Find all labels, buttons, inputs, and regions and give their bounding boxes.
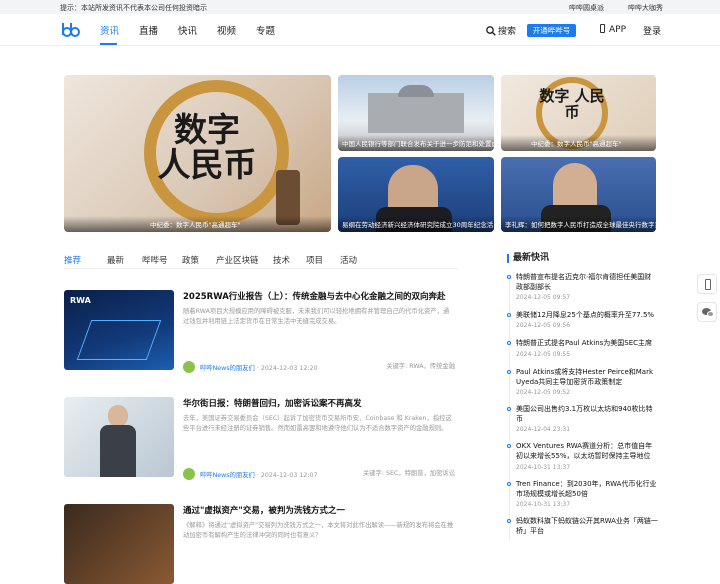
open-account-button[interactable]: 开通哔哔号 bbox=[527, 24, 576, 37]
flash-date: 2024-12-05 09:57 bbox=[516, 294, 571, 301]
tab-projects[interactable]: 项目 bbox=[306, 254, 323, 266]
banner-small-art-text: 数字 人民币 bbox=[539, 87, 605, 121]
article-meta: 哔哔News的朋友们 · 2024-12-03 12:07 关键字: SEC，特朗… bbox=[183, 468, 455, 480]
top-notice-bar: 提示：本站所发资讯不代表本公司任何投资暗示 哔哔圆桌派 哔哔大咖秀 bbox=[0, 0, 720, 14]
login-link[interactable]: 登录 bbox=[643, 24, 661, 37]
person-suit-graphic bbox=[100, 425, 136, 477]
flash-date: 2024-12-05 09:56 bbox=[516, 322, 571, 329]
flash-date: 2024-10-31 13:37 bbox=[516, 501, 571, 508]
building-graphic bbox=[368, 93, 464, 133]
article-item[interactable]: RWA 2025RWA行业报告（上）：传统金融与去中心化金融之间的双向奔赴 随着… bbox=[64, 290, 459, 373]
article-title[interactable]: 华尔街日报：特朗普回归，加密诉讼案不再高发 bbox=[183, 397, 362, 409]
article-keywords: 关键字: SEC，特朗普，加密诉讼 bbox=[362, 470, 455, 477]
banner-pboc-caption: 中国人民银行等部门联合发布关于进一步防范和处置虚... bbox=[338, 135, 494, 151]
banner-art-text: 数字 人民币 bbox=[157, 110, 257, 184]
roundtable-link[interactable]: 哔哔圆桌派 bbox=[569, 3, 604, 13]
article-summary: 去年，美国证券交易委员会（SEC）起诉了加密货币交易所币安、Coinbase 和… bbox=[183, 415, 452, 432]
flash-title[interactable]: OKX Ventures RWA赛道分析：总市值自年初以来增长55%，以太坊暂时… bbox=[516, 441, 658, 461]
search-label: 搜索 bbox=[498, 27, 517, 37]
banner-li-lihui[interactable]: 李礼辉：如何把数字人民币打造成全球最佳央行数字货... bbox=[501, 157, 656, 232]
nav-flash[interactable]: 快讯 bbox=[178, 23, 197, 37]
tab-bibi-accounts[interactable]: 哔哔号 bbox=[142, 254, 168, 266]
thumbnail-label: RWA bbox=[70, 296, 91, 305]
phone-icon bbox=[600, 24, 605, 33]
wechat-icon-bubble bbox=[707, 311, 714, 317]
article-thumbnail[interactable]: RWA bbox=[64, 290, 174, 370]
article-keywords: 关键字: RWA，传统金融 bbox=[386, 363, 455, 370]
flash-date: 2024-12-05 09:52 bbox=[516, 389, 571, 396]
timeline-dot bbox=[507, 370, 511, 374]
flash-title[interactable]: 美联储12月降息25个基点的概率升至77.5% bbox=[516, 310, 658, 320]
tabs-divider bbox=[64, 268, 459, 269]
article-summary: 随着RWA项目大规模应用的障碍被克服，未来我们可以轻松地拥有并管理自己的代币化资… bbox=[183, 308, 450, 325]
mobile-float-button[interactable] bbox=[697, 274, 717, 294]
flash-title[interactable]: 特朗普宣布提名迈克尔·福尔肯德担任美国财政部副部长 bbox=[516, 272, 658, 292]
article-title[interactable]: 2025RWA行业报告（上）：传统金融与去中心化金融之间的双向奔赴 bbox=[183, 290, 446, 302]
banner-main-caption: 中纪委：数字人民币"高通超车" bbox=[64, 216, 331, 232]
banner-digital-rmb[interactable]: 数字 人民币 中纪委：数字人民币"高通超车" bbox=[501, 75, 656, 151]
search-icon bbox=[486, 26, 496, 36]
timeline-dot bbox=[507, 444, 511, 448]
article-item[interactable]: 华尔街日报：特朗普回归，加密诉讼案不再高发 去年，美国证券交易委员会（SEC）起… bbox=[64, 397, 459, 480]
site-logo[interactable] bbox=[60, 22, 80, 38]
tab-technology[interactable]: 技术 bbox=[273, 254, 290, 266]
wechat-float-button[interactable] bbox=[697, 302, 717, 322]
nav-news[interactable]: 资讯 bbox=[100, 23, 119, 37]
flash-title[interactable]: 美国公司出售约3.1万枚以太坊和940枚比特币 bbox=[516, 404, 658, 424]
tab-policy[interactable]: 政策 bbox=[182, 254, 199, 266]
tab-industry-blockchain[interactable]: 产业区块链 bbox=[216, 254, 259, 266]
article-time: · 2024-12-03 12:07 bbox=[256, 472, 318, 479]
city-grid-graphic bbox=[76, 320, 162, 360]
latest-flash-panel: 最新快讯 bbox=[507, 254, 657, 263]
flash-title[interactable]: 特朗普正式提名Paul Atkins为美国SEC主席 bbox=[516, 338, 658, 348]
avatar[interactable] bbox=[183, 468, 195, 480]
banner-yi-gang[interactable]: 易纲在劳动经济新兴经济体研究院成立30周年纪念活... bbox=[338, 157, 494, 232]
timeline-dot bbox=[507, 341, 511, 345]
article-author[interactable]: 哔哔News的朋友们 bbox=[200, 365, 255, 372]
article-author[interactable]: 哔哔News的朋友们 bbox=[200, 472, 255, 479]
dome-graphic bbox=[398, 85, 434, 97]
banner-li-lihui-caption: 李礼辉：如何把数字人民币打造成全球最佳央行数字货... bbox=[501, 216, 656, 232]
nav-topics[interactable]: 专题 bbox=[256, 23, 275, 37]
bigshot-link[interactable]: 哔哔大咖秀 bbox=[628, 3, 663, 13]
phone-icon bbox=[705, 279, 711, 290]
timeline-dot bbox=[507, 407, 511, 411]
article-meta: 哔哔News的朋友们 · 2024-12-03 12:20 关键字: RWA，传统… bbox=[183, 361, 455, 373]
timeline-dot bbox=[507, 275, 511, 279]
nav-active-indicator bbox=[100, 43, 117, 45]
main-nav: 资讯 直播 快讯 视频 专题 搜索 开通哔哔号 APP 登录 bbox=[0, 14, 720, 46]
article-thumbnail[interactable] bbox=[64, 504, 174, 584]
article-summary: 《解释》将通过"虚拟资产"交易列为洗钱方式之一，本文将对此作出解读——新规的发布… bbox=[183, 522, 454, 539]
app-label: APP bbox=[609, 25, 627, 35]
timeline-dot bbox=[507, 482, 511, 486]
flash-title[interactable]: 蚂蚁数科旗下蚂蚁链公开其RWA业务「两链一桥」平台 bbox=[516, 516, 658, 536]
banner-yi-gang-caption: 易纲在劳动经济新兴经济体研究院成立30周年纪念活... bbox=[338, 216, 494, 232]
nav-video[interactable]: 视频 bbox=[217, 23, 236, 37]
panel-heading: 最新快讯 bbox=[507, 254, 657, 263]
tab-events[interactable]: 活动 bbox=[340, 254, 357, 266]
timeline-dot bbox=[507, 519, 511, 523]
flash-title[interactable]: Tren Finance：到2030年，RWA代币化行业市场规模或增长超50倍 bbox=[516, 479, 658, 499]
article-time: · 2024-12-03 12:20 bbox=[256, 365, 318, 372]
article-item[interactable]: 通过"虚拟资产"交易，被判为洗钱方式之一 《解释》将通过"虚拟资产"交易列为洗钱… bbox=[64, 504, 459, 584]
flash-date: 2024-12-05 09:55 bbox=[516, 351, 571, 358]
banner-pboc[interactable]: 中国人民银行等部门联合发布关于进一步防范和处置虚... bbox=[338, 75, 494, 151]
nav-live[interactable]: 直播 bbox=[139, 23, 158, 37]
app-download-link[interactable]: APP bbox=[600, 24, 626, 35]
tab-recommend[interactable]: 推荐 bbox=[64, 254, 81, 266]
banner-main[interactable]: 数字 人民币 中纪委：数字人民币"高通超车" bbox=[64, 75, 331, 232]
flash-date: 2024-12-04 23:31 bbox=[516, 426, 571, 433]
banner-digital-rmb-caption: 中纪委：数字人民币"高通超车" bbox=[501, 135, 656, 151]
article-thumbnail[interactable] bbox=[64, 397, 174, 477]
avatar[interactable] bbox=[183, 361, 195, 373]
search-button[interactable]: 搜索 bbox=[486, 24, 516, 37]
disclaimer-text: 提示：本站所发资讯不代表本公司任何投资暗示 bbox=[60, 4, 207, 12]
flash-title[interactable]: Paul Atkins或将支持Hester Peirce和Mark Uyeda共… bbox=[516, 367, 658, 387]
person-head-graphic bbox=[108, 405, 128, 427]
flash-date: 2024-10-31 13:37 bbox=[516, 464, 571, 471]
timeline-dot bbox=[507, 313, 511, 317]
tab-latest[interactable]: 最新 bbox=[107, 254, 124, 266]
article-title[interactable]: 通过"虚拟资产"交易，被判为洗钱方式之一 bbox=[183, 504, 345, 516]
